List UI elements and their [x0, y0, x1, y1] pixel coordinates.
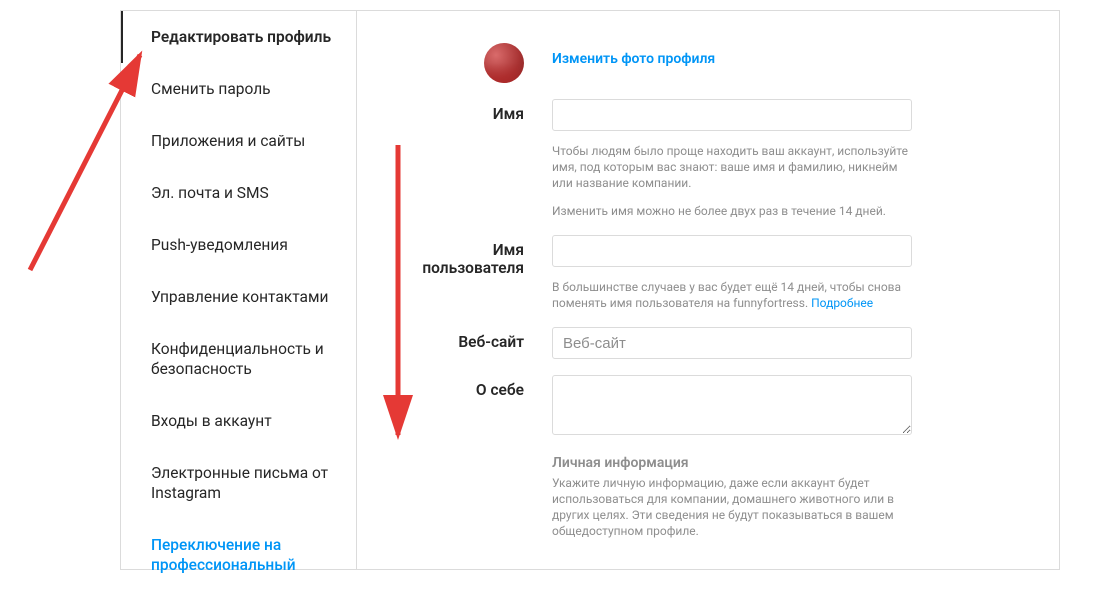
- website-label: Веб-сайт: [397, 327, 552, 359]
- name-input[interactable]: [552, 99, 912, 131]
- personal-info-help: Укажите личную информацию, даже если акк…: [552, 475, 912, 539]
- name-label: Имя: [397, 99, 552, 219]
- sidebar-item-email-sms[interactable]: Эл. почта и SMS: [121, 167, 356, 219]
- settings-container: Редактировать профиль Сменить пароль При…: [120, 10, 1060, 570]
- bio-textarea[interactable]: [552, 375, 912, 435]
- sidebar-item-change-password[interactable]: Сменить пароль: [121, 63, 356, 115]
- username-learn-more-link[interactable]: Подробнее: [811, 296, 873, 310]
- settings-main: Изменить фото профиля Имя Чтобы людям бы…: [357, 11, 1059, 569]
- settings-sidebar: Редактировать профиль Сменить пароль При…: [121, 11, 357, 569]
- name-help-text-2: Изменить имя можно не более двух раз в т…: [552, 203, 912, 219]
- username-help-text: В большинстве случаев у вас будет ещё 14…: [552, 279, 912, 311]
- bio-label: О себе: [397, 375, 552, 439]
- personal-info-title: Личная информация: [552, 455, 912, 471]
- sidebar-item-privacy-security[interactable]: Конфиденциальность и безопасность: [121, 323, 356, 395]
- name-help-text-1: Чтобы людям было проще находить ваш акка…: [552, 143, 912, 191]
- username-input[interactable]: [552, 235, 912, 267]
- sidebar-item-switch-professional[interactable]: Переключение на профессиональный: [121, 519, 356, 591]
- sidebar-item-push-notifications[interactable]: Push-уведомления: [121, 219, 356, 271]
- change-photo-link[interactable]: Изменить фото профиля: [552, 41, 912, 67]
- sidebar-item-edit-profile[interactable]: Редактировать профиль: [121, 11, 356, 63]
- website-input[interactable]: [552, 327, 912, 359]
- avatar[interactable]: [484, 43, 524, 83]
- username-label: Имя пользователя: [397, 235, 552, 311]
- sidebar-item-emails-from-instagram[interactable]: Электронные письма от Instagram: [121, 447, 356, 519]
- sidebar-item-login-activity[interactable]: Входы в аккаунт: [121, 395, 356, 447]
- sidebar-item-apps-websites[interactable]: Приложения и сайты: [121, 115, 356, 167]
- sidebar-item-manage-contacts[interactable]: Управление контактами: [121, 271, 356, 323]
